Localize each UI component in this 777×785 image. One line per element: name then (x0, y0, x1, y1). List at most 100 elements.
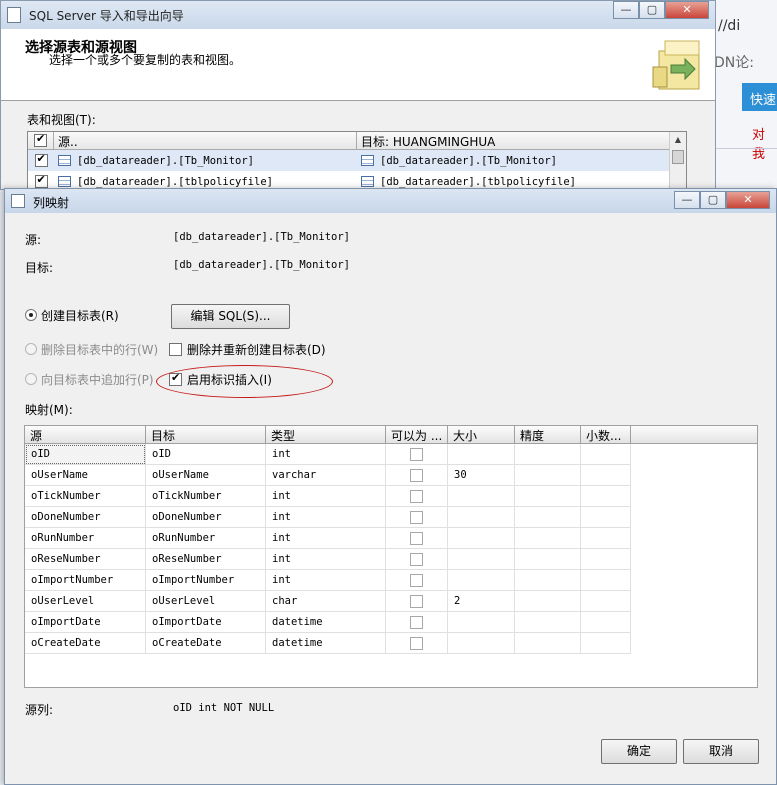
browser-button-fragment[interactable]: 快速 (742, 83, 777, 111)
nullable-checkbox[interactable] (410, 636, 423, 650)
size-cell[interactable] (448, 507, 515, 528)
size-cell[interactable]: 2 (448, 591, 515, 612)
mapping-row[interactable]: oUserLevel oUserLevel char 2 (25, 591, 757, 612)
source-cell[interactable]: oUserLevel (25, 591, 146, 612)
nullable-cell[interactable] (386, 570, 448, 591)
vertical-scrollbar[interactable]: ▲ (669, 132, 686, 190)
nullable-cell[interactable] (386, 465, 448, 486)
scale-cell[interactable] (581, 612, 631, 633)
type-cell[interactable]: int (266, 486, 386, 507)
source-cell[interactable]: oID (25, 444, 146, 465)
mapping-row[interactable]: oTickNumber oTickNumber int (25, 486, 757, 507)
minimize-button[interactable]: — (674, 191, 700, 209)
target-cell[interactable]: oReseNumber (146, 549, 266, 570)
column-header-type[interactable]: 类型 (266, 426, 386, 443)
maximize-button[interactable]: ▢ (700, 191, 726, 209)
precision-cell[interactable] (515, 591, 581, 612)
nullable-checkbox[interactable] (410, 489, 423, 503)
scale-cell[interactable] (581, 549, 631, 570)
scale-cell[interactable] (581, 507, 631, 528)
destination-table[interactable]: [db_datareader].[Tb_Monitor] (380, 155, 557, 167)
size-cell[interactable] (448, 486, 515, 507)
nullable-cell[interactable] (386, 486, 448, 507)
source-cell[interactable]: oCreateDate (25, 633, 146, 654)
mapping-row[interactable]: oCreateDate oCreateDate datetime (25, 633, 757, 654)
drop-recreate-label[interactable]: 删除并重新创建目标表(D) (187, 341, 326, 358)
size-cell[interactable] (448, 444, 515, 465)
edit-sql-button[interactable]: 编辑 SQL(S)... (171, 304, 290, 329)
target-cell[interactable]: oID (146, 444, 266, 465)
destination-table[interactable]: [db_datareader].[tblpolicyfile] (380, 176, 576, 188)
close-button[interactable]: ✕ (665, 1, 709, 19)
mapping-row[interactable]: oUserName oUserName varchar 30 (25, 465, 757, 486)
type-cell[interactable]: datetime (266, 612, 386, 633)
column-header-target[interactable]: 目标 (146, 426, 266, 443)
source-cell[interactable]: oUserName (25, 465, 146, 486)
minimize-button[interactable]: — (613, 1, 639, 19)
size-cell[interactable]: 30 (448, 465, 515, 486)
mapping-row[interactable]: oID oID int (25, 444, 757, 465)
precision-cell[interactable] (515, 570, 581, 591)
select-all-checkbox[interactable] (34, 132, 47, 147)
nullable-checkbox[interactable] (410, 510, 423, 524)
append-rows-radio[interactable] (25, 373, 37, 385)
nullable-cell[interactable] (386, 507, 448, 528)
nullable-checkbox[interactable] (410, 552, 423, 566)
scale-cell[interactable] (581, 486, 631, 507)
ok-button[interactable]: 确定 (601, 739, 677, 764)
type-cell[interactable]: int (266, 528, 386, 549)
target-cell[interactable]: oImportDate (146, 612, 266, 633)
nullable-cell[interactable] (386, 612, 448, 633)
scale-cell[interactable] (581, 633, 631, 654)
scroll-up-arrow-icon[interactable]: ▲ (670, 132, 686, 148)
source-cell[interactable]: oRunNumber (25, 528, 146, 549)
type-cell[interactable]: int (266, 549, 386, 570)
source-cell[interactable]: oImportNumber (25, 570, 146, 591)
delete-rows-radio[interactable] (25, 343, 37, 355)
type-cell[interactable]: char (266, 591, 386, 612)
nullable-checkbox[interactable] (410, 447, 423, 461)
target-cell[interactable]: oTickNumber (146, 486, 266, 507)
select-all-cell[interactable] (28, 132, 54, 149)
type-cell[interactable]: varchar (266, 465, 386, 486)
source-cell[interactable]: oImportDate (25, 612, 146, 633)
precision-cell[interactable] (515, 507, 581, 528)
column-header-scale[interactable]: 小数... (581, 426, 631, 443)
append-rows-label[interactable]: 向目标表中追加行(P) (41, 371, 154, 388)
precision-cell[interactable] (515, 549, 581, 570)
target-cell[interactable]: oRunNumber (146, 528, 266, 549)
nullable-checkbox[interactable] (410, 468, 423, 482)
mapping-row[interactable]: oDoneNumber oDoneNumber int (25, 507, 757, 528)
precision-cell[interactable] (515, 444, 581, 465)
column-header-nullable[interactable]: 可以为 ... (386, 426, 448, 443)
scale-cell[interactable] (581, 444, 631, 465)
source-cell[interactable]: oTickNumber (25, 486, 146, 507)
column-header-source[interactable]: 源 (25, 426, 146, 443)
row-checkbox[interactable] (34, 173, 48, 188)
destination-header[interactable]: 目标: HUANGMINGHUA (357, 132, 671, 149)
scale-cell[interactable] (581, 465, 631, 486)
cancel-button[interactable]: 取消 (683, 739, 759, 764)
source-header[interactable]: 源.. (54, 132, 357, 149)
target-cell[interactable]: oUserLevel (146, 591, 266, 612)
column-header-precision[interactable]: 精度 (515, 426, 581, 443)
target-cell[interactable]: oDoneNumber (146, 507, 266, 528)
size-cell[interactable] (448, 612, 515, 633)
precision-cell[interactable] (515, 486, 581, 507)
browser-link-fragment[interactable]: 对我 (752, 124, 777, 162)
target-cell[interactable]: oUserName (146, 465, 266, 486)
type-cell[interactable]: int (266, 570, 386, 591)
precision-cell[interactable] (515, 528, 581, 549)
nullable-checkbox[interactable] (410, 531, 423, 545)
create-table-label[interactable]: 创建目标表(R) (41, 307, 119, 324)
precision-cell[interactable] (515, 465, 581, 486)
close-button[interactable]: ✕ (726, 191, 770, 209)
target-cell[interactable]: oImportNumber (146, 570, 266, 591)
precision-cell[interactable] (515, 633, 581, 654)
mapping-row[interactable]: oImportDate oImportDate datetime (25, 612, 757, 633)
table-row[interactable]: [db_datareader].[Tb_Monitor] [db_datarea… (28, 150, 686, 171)
size-cell[interactable] (448, 549, 515, 570)
scroll-thumb[interactable] (672, 150, 684, 164)
row-checkbox[interactable] (34, 152, 48, 167)
nullable-checkbox[interactable] (410, 594, 423, 608)
